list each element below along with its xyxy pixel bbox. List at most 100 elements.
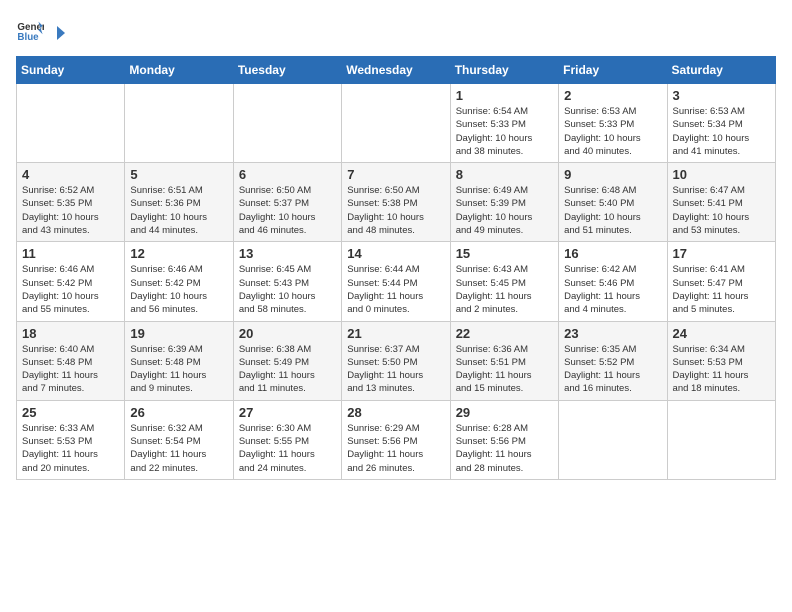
day-info: Sunrise: 6:43 AM Sunset: 5:45 PM Dayligh… bbox=[456, 263, 553, 316]
day-info: Sunrise: 6:48 AM Sunset: 5:40 PM Dayligh… bbox=[564, 184, 661, 237]
day-number: 11 bbox=[22, 246, 119, 261]
calendar-day: 7Sunrise: 6:50 AM Sunset: 5:38 PM Daylig… bbox=[342, 163, 450, 242]
calendar-day: 4 Sunrise: 6:52 AM Sunset: 5:35 PM Daylig… bbox=[17, 163, 125, 242]
day-info: Sunrise: 6:46 AM Sunset: 5:42 PM Dayligh… bbox=[22, 263, 119, 316]
day-number: 26 bbox=[130, 405, 227, 420]
day-info: Sunrise: 6:30 AM Sunset: 5:55 PM Dayligh… bbox=[239, 422, 336, 475]
calendar-day: 22 Sunrise: 6:36 AM Sunset: 5:51 PM Dayli… bbox=[450, 321, 558, 400]
calendar-day: 15 Sunrise: 6:43 AM Sunset: 5:45 PM Dayli… bbox=[450, 242, 558, 321]
calendar-day: 20Sunrise: 6:38 AM Sunset: 5:49 PM Dayli… bbox=[233, 321, 341, 400]
calendar-week: 25Sunrise: 6:33 AM Sunset: 5:53 PM Dayli… bbox=[17, 400, 776, 479]
calendar-day: 29 Sunrise: 6:28 AM Sunset: 5:56 PM Dayli… bbox=[450, 400, 558, 479]
calendar-day: 3Sunrise: 6:53 AM Sunset: 5:34 PM Daylig… bbox=[667, 84, 775, 163]
calendar-week: 18 Sunrise: 6:40 AM Sunset: 5:48 PM Dayli… bbox=[17, 321, 776, 400]
calendar-day: 16 Sunrise: 6:42 AM Sunset: 5:46 PM Dayli… bbox=[559, 242, 667, 321]
day-number: 6 bbox=[239, 167, 336, 182]
day-number: 13 bbox=[239, 246, 336, 261]
day-number: 19 bbox=[130, 326, 227, 341]
day-header-sunday: Sunday bbox=[17, 57, 125, 84]
day-number: 4 bbox=[22, 167, 119, 182]
day-info: Sunrise: 6:42 AM Sunset: 5:46 PM Dayligh… bbox=[564, 263, 661, 316]
day-number: 16 bbox=[564, 246, 661, 261]
day-number: 18 bbox=[22, 326, 119, 341]
day-info: Sunrise: 6:46 AM Sunset: 5:42 PM Dayligh… bbox=[130, 263, 227, 316]
header-row: SundayMondayTuesdayWednesdayThursdayFrid… bbox=[17, 57, 776, 84]
day-info: Sunrise: 6:49 AM Sunset: 5:39 PM Dayligh… bbox=[456, 184, 553, 237]
calendar-day: 5 Sunrise: 6:51 AM Sunset: 5:36 PM Daylig… bbox=[125, 163, 233, 242]
day-number: 21 bbox=[347, 326, 444, 341]
day-number: 27 bbox=[239, 405, 336, 420]
calendar-day: 24Sunrise: 6:34 AM Sunset: 5:53 PM Dayli… bbox=[667, 321, 775, 400]
day-info: Sunrise: 6:53 AM Sunset: 5:34 PM Dayligh… bbox=[673, 105, 770, 158]
day-info: Sunrise: 6:39 AM Sunset: 5:48 PM Dayligh… bbox=[130, 343, 227, 396]
day-info: Sunrise: 6:47 AM Sunset: 5:41 PM Dayligh… bbox=[673, 184, 770, 237]
calendar-day bbox=[667, 400, 775, 479]
day-info: Sunrise: 6:29 AM Sunset: 5:56 PM Dayligh… bbox=[347, 422, 444, 475]
calendar-day: 10 Sunrise: 6:47 AM Sunset: 5:41 PM Dayli… bbox=[667, 163, 775, 242]
calendar-day: 12 Sunrise: 6:46 AM Sunset: 5:42 PM Dayli… bbox=[125, 242, 233, 321]
calendar-day bbox=[559, 400, 667, 479]
calendar-week: 1 Sunrise: 6:54 AM Sunset: 5:33 PM Daylig… bbox=[17, 84, 776, 163]
day-number: 17 bbox=[673, 246, 770, 261]
day-info: Sunrise: 6:36 AM Sunset: 5:51 PM Dayligh… bbox=[456, 343, 553, 396]
calendar-header: SundayMondayTuesdayWednesdayThursdayFrid… bbox=[17, 57, 776, 84]
page-header: General Blue bbox=[16, 16, 776, 44]
day-info: Sunrise: 6:40 AM Sunset: 5:48 PM Dayligh… bbox=[22, 343, 119, 396]
day-number: 28 bbox=[347, 405, 444, 420]
day-info: Sunrise: 6:37 AM Sunset: 5:50 PM Dayligh… bbox=[347, 343, 444, 396]
day-header-friday: Friday bbox=[559, 57, 667, 84]
calendar-day: 9 Sunrise: 6:48 AM Sunset: 5:40 PM Daylig… bbox=[559, 163, 667, 242]
calendar-day: 19 Sunrise: 6:39 AM Sunset: 5:48 PM Dayli… bbox=[125, 321, 233, 400]
day-info: Sunrise: 6:44 AM Sunset: 5:44 PM Dayligh… bbox=[347, 263, 444, 316]
day-header-tuesday: Tuesday bbox=[233, 57, 341, 84]
day-info: Sunrise: 6:33 AM Sunset: 5:53 PM Dayligh… bbox=[22, 422, 119, 475]
day-number: 2 bbox=[564, 88, 661, 103]
day-info: Sunrise: 6:45 AM Sunset: 5:43 PM Dayligh… bbox=[239, 263, 336, 316]
calendar-day bbox=[125, 84, 233, 163]
day-number: 15 bbox=[456, 246, 553, 261]
calendar-table: SundayMondayTuesdayWednesdayThursdayFrid… bbox=[16, 56, 776, 480]
day-header-saturday: Saturday bbox=[667, 57, 775, 84]
day-info: Sunrise: 6:35 AM Sunset: 5:52 PM Dayligh… bbox=[564, 343, 661, 396]
day-number: 23 bbox=[564, 326, 661, 341]
day-header-thursday: Thursday bbox=[450, 57, 558, 84]
day-number: 24 bbox=[673, 326, 770, 341]
day-number: 5 bbox=[130, 167, 227, 182]
day-info: Sunrise: 6:52 AM Sunset: 5:35 PM Dayligh… bbox=[22, 184, 119, 237]
day-info: Sunrise: 6:51 AM Sunset: 5:36 PM Dayligh… bbox=[130, 184, 227, 237]
day-number: 9 bbox=[564, 167, 661, 182]
calendar-day: 1 Sunrise: 6:54 AM Sunset: 5:33 PM Daylig… bbox=[450, 84, 558, 163]
calendar-day: 2Sunrise: 6:53 AM Sunset: 5:33 PM Daylig… bbox=[559, 84, 667, 163]
day-header-monday: Monday bbox=[125, 57, 233, 84]
day-info: Sunrise: 6:32 AM Sunset: 5:54 PM Dayligh… bbox=[130, 422, 227, 475]
calendar-day: 11 Sunrise: 6:46 AM Sunset: 5:42 PM Dayli… bbox=[17, 242, 125, 321]
logo: General Blue bbox=[16, 16, 72, 44]
day-info: Sunrise: 6:50 AM Sunset: 5:37 PM Dayligh… bbox=[239, 184, 336, 237]
day-info: Sunrise: 6:41 AM Sunset: 5:47 PM Dayligh… bbox=[673, 263, 770, 316]
calendar-day: 25Sunrise: 6:33 AM Sunset: 5:53 PM Dayli… bbox=[17, 400, 125, 479]
day-info: Sunrise: 6:28 AM Sunset: 5:56 PM Dayligh… bbox=[456, 422, 553, 475]
day-number: 22 bbox=[456, 326, 553, 341]
calendar-day: 6 Sunrise: 6:50 AM Sunset: 5:37 PM Daylig… bbox=[233, 163, 341, 242]
day-number: 8 bbox=[456, 167, 553, 182]
svg-text:Blue: Blue bbox=[17, 32, 39, 43]
calendar-day bbox=[233, 84, 341, 163]
logo-icon: General Blue bbox=[16, 16, 44, 44]
calendar-day bbox=[342, 84, 450, 163]
day-number: 10 bbox=[673, 167, 770, 182]
calendar-day: 28 Sunrise: 6:29 AM Sunset: 5:56 PM Dayli… bbox=[342, 400, 450, 479]
day-info: Sunrise: 6:54 AM Sunset: 5:33 PM Dayligh… bbox=[456, 105, 553, 158]
calendar-day: 26 Sunrise: 6:32 AM Sunset: 5:54 PM Dayli… bbox=[125, 400, 233, 479]
day-number: 12 bbox=[130, 246, 227, 261]
day-info: Sunrise: 6:38 AM Sunset: 5:49 PM Dayligh… bbox=[239, 343, 336, 396]
day-number: 29 bbox=[456, 405, 553, 420]
day-info: Sunrise: 6:50 AM Sunset: 5:38 PM Dayligh… bbox=[347, 184, 444, 237]
calendar-day: 18 Sunrise: 6:40 AM Sunset: 5:48 PM Dayli… bbox=[17, 321, 125, 400]
day-header-wednesday: Wednesday bbox=[342, 57, 450, 84]
calendar-day: 17 Sunrise: 6:41 AM Sunset: 5:47 PM Dayli… bbox=[667, 242, 775, 321]
calendar-day: 23 Sunrise: 6:35 AM Sunset: 5:52 PM Dayli… bbox=[559, 321, 667, 400]
calendar-day: 14 Sunrise: 6:44 AM Sunset: 5:44 PM Dayli… bbox=[342, 242, 450, 321]
day-number: 14 bbox=[347, 246, 444, 261]
day-number: 1 bbox=[456, 88, 553, 103]
calendar-day: 13 Sunrise: 6:45 AM Sunset: 5:43 PM Dayli… bbox=[233, 242, 341, 321]
